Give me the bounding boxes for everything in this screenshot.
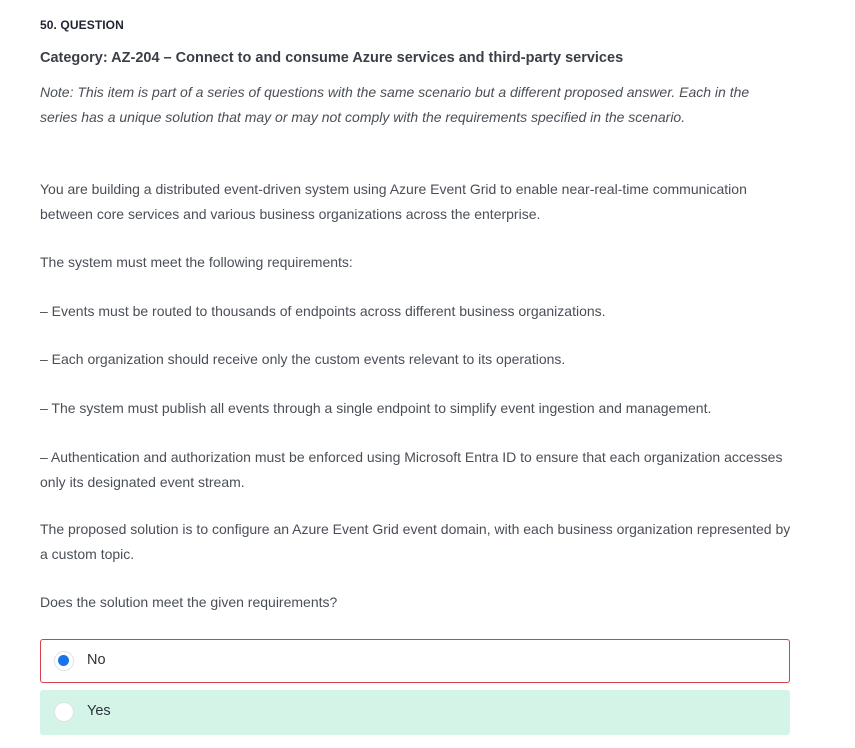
scenario-paragraph: You are building a distributed event-dri… <box>40 181 747 222</box>
question-number: 50. QUESTION <box>40 18 124 32</box>
requirement-item: – Events must be routed to thousands of … <box>40 303 606 319</box>
requirement-item: – Each organization should receive only … <box>40 351 566 367</box>
requirement-item: – Authentication and authorization must … <box>40 449 783 490</box>
question-prompt: Does the solution meet the given require… <box>40 594 338 610</box>
answer-option-label: No <box>87 652 106 668</box>
requirement-item: – The system must publish all events thr… <box>40 400 712 416</box>
question-category: Category: AZ-204 – Connect to and consum… <box>40 50 624 66</box>
radio-checked-icon[interactable] <box>54 651 74 671</box>
answer-option-yes[interactable]: Yes <box>40 690 790 735</box>
requirements-intro: The system must meet the following requi… <box>40 254 353 270</box>
answer-option-no[interactable]: No <box>40 639 790 683</box>
proposed-solution: The proposed solution is to configure an… <box>40 521 791 562</box>
question-note: Note: This item is part of a series of q… <box>40 84 750 125</box>
answer-option-label: Yes <box>87 703 111 719</box>
radio-unchecked-icon[interactable] <box>54 702 74 722</box>
quiz-page: 50. QUESTION Category: AZ-204 – Connect … <box>0 0 855 748</box>
